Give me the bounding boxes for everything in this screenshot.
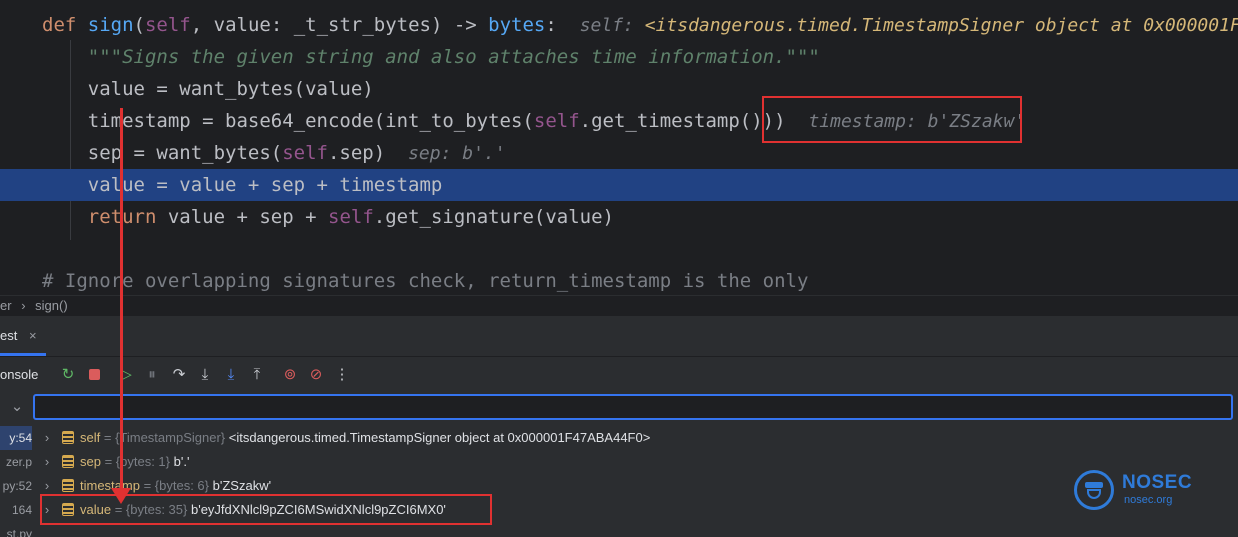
variable-icon	[62, 431, 74, 444]
breadcrumb-item-method[interactable]: sign()	[35, 298, 68, 313]
code-token: self:	[579, 15, 645, 36]
step-into-icon[interactable]: ⤓	[194, 364, 216, 386]
code-line-doc[interactable]: """Signs the given string and also attac…	[0, 41, 1238, 73]
annotation-arrow-head	[111, 488, 131, 504]
code-token: value = want_bytes(value)	[42, 78, 374, 100]
tab-console[interactable]: onsole	[0, 360, 38, 390]
rerun-icon[interactable]: ↻	[57, 364, 79, 386]
nosec-logo: NOSEC nosec.org	[1074, 470, 1194, 514]
tab-test[interactable]: est ×	[0, 316, 37, 356]
code-token: self	[144, 14, 191, 36]
variable-name: self	[80, 430, 101, 445]
stop-icon[interactable]	[83, 364, 105, 386]
chevron-right-icon[interactable]: ›	[36, 450, 58, 474]
code-token: :	[545, 14, 580, 36]
chevron-right-icon[interactable]: ›	[36, 426, 58, 450]
code-line-timestamp[interactable]: timestamp = base64_encode(int_to_bytes(s…	[0, 105, 1238, 137]
annotation-arrow-line	[120, 108, 123, 493]
code-token: sep: b'.'	[408, 143, 506, 164]
code-token: bytes	[488, 14, 546, 36]
chevron-down-icon[interactable]: ⌄	[6, 396, 28, 418]
value-variable-highlight	[40, 494, 492, 525]
code-token: self	[282, 142, 328, 164]
view-breakpoints-icon[interactable]: ⊚	[279, 364, 301, 386]
code-line-value2[interactable]: value = value + sep + timestamp	[0, 169, 1238, 201]
variable-name: sep	[80, 454, 101, 469]
evaluate-expression-input[interactable]	[33, 394, 1233, 420]
variable-value: <itsdangerous.timed.TimestampSigner obje…	[228, 430, 651, 445]
variable-value: b'ZSzakw'	[212, 478, 272, 493]
frames-list: y:54 zer.p py:52 164 st.py	[0, 426, 32, 537]
frame-item[interactable]: y:54	[0, 426, 32, 450]
code-token: , value: _t_str_bytes) ->	[190, 14, 489, 36]
variable-type: {TimestampSigner}	[115, 430, 226, 445]
code-token: self	[328, 206, 374, 228]
code-editor[interactable]: def sign(self, value: _t_str_bytes) -> b…	[0, 0, 1238, 295]
variable-icon	[62, 479, 74, 492]
more-icon[interactable]: ⋮	[331, 364, 353, 386]
debug-tabbar: est ×	[0, 316, 1238, 357]
timestamp-hint-highlight	[762, 96, 1022, 143]
variable-type: {bytes: 6}	[154, 478, 210, 493]
step-into-my-code-icon[interactable]: ⤓	[220, 364, 242, 386]
frame-item[interactable]: 164	[0, 498, 32, 522]
breadcrumb-item-class[interactable]: er	[0, 298, 12, 313]
variable-equals: =	[100, 454, 116, 469]
breadcrumb-separator: ›	[21, 298, 26, 313]
logo-title: NOSEC	[1122, 472, 1193, 493]
code-line-value1[interactable]: value = want_bytes(value)	[0, 73, 1238, 105]
code-token: (	[133, 14, 145, 36]
code-token: .get_signature(value)	[373, 206, 614, 228]
logo-subtitle: nosec.org	[1124, 494, 1173, 506]
step-out-icon[interactable]: ⤒	[246, 364, 268, 386]
code-line-sep[interactable]: sep = want_bytes(self.sep) sep: b'.'	[0, 137, 1238, 169]
close-icon[interactable]: ×	[29, 328, 37, 343]
code-line-comment[interactable]: # Ignore overlapping signatures check, r…	[0, 265, 1238, 295]
step-over-icon[interactable]: ↷	[168, 364, 190, 386]
code-token: .sep)	[327, 142, 409, 164]
variable-value: b'.'	[173, 454, 190, 469]
pause-icon[interactable]: ⏸	[141, 364, 163, 386]
code-token: sep = want_bytes(	[42, 142, 283, 164]
code-line-blank[interactable]	[0, 233, 1238, 265]
variable-row-sep[interactable]: › sep = {bytes: 1} b'.'	[36, 450, 190, 474]
variable-type: {bytes: 1}	[115, 454, 171, 469]
code-line-return[interactable]: return value + sep + self.get_signature(…	[0, 201, 1238, 233]
code-token: def	[42, 14, 88, 36]
variable-icon	[62, 455, 74, 468]
tab-test-label: est	[0, 328, 18, 343]
frame-item[interactable]: zer.p	[0, 450, 32, 474]
code-token: """Signs the given string and also attac…	[42, 46, 820, 68]
active-tab-indicator	[0, 353, 46, 356]
variable-equals: =	[100, 430, 116, 445]
resume-icon[interactable]: ▷	[115, 364, 137, 386]
evaluate-row: ⌄	[0, 394, 1238, 422]
code-token: value = value + sep + timestamp	[42, 174, 443, 196]
code-token: # Ignore overlapping signatures check, r…	[42, 270, 809, 292]
breadcrumb: er › sign()	[0, 295, 1238, 316]
variable-row-self[interactable]: › self = {TimestampSigner} <itsdangerous.…	[36, 426, 650, 450]
variable-equals: =	[139, 478, 155, 493]
mute-breakpoints-icon[interactable]: ⊘	[305, 364, 327, 386]
code-token: self	[533, 110, 580, 132]
code-token: value + sep +	[156, 206, 328, 228]
debug-toolbar: onsole ↻ ▷ ⏸ ↷ ⤓ ⤓ ⤒ ⊚ ⊘ ⋮	[0, 360, 1238, 390]
spy-icon	[1074, 470, 1114, 510]
code-token: timestamp = base64_encode(int_to_bytes(	[42, 110, 534, 132]
code-line-def[interactable]: def sign(self, value: _t_str_bytes) -> b…	[0, 9, 1238, 41]
frame-item[interactable]: st.py	[0, 522, 32, 537]
code-token: <itsdangerous.timed.TimestampSigner obje…	[644, 15, 1238, 36]
code-token: sign	[87, 14, 134, 36]
frame-item[interactable]: py:52	[0, 474, 32, 498]
